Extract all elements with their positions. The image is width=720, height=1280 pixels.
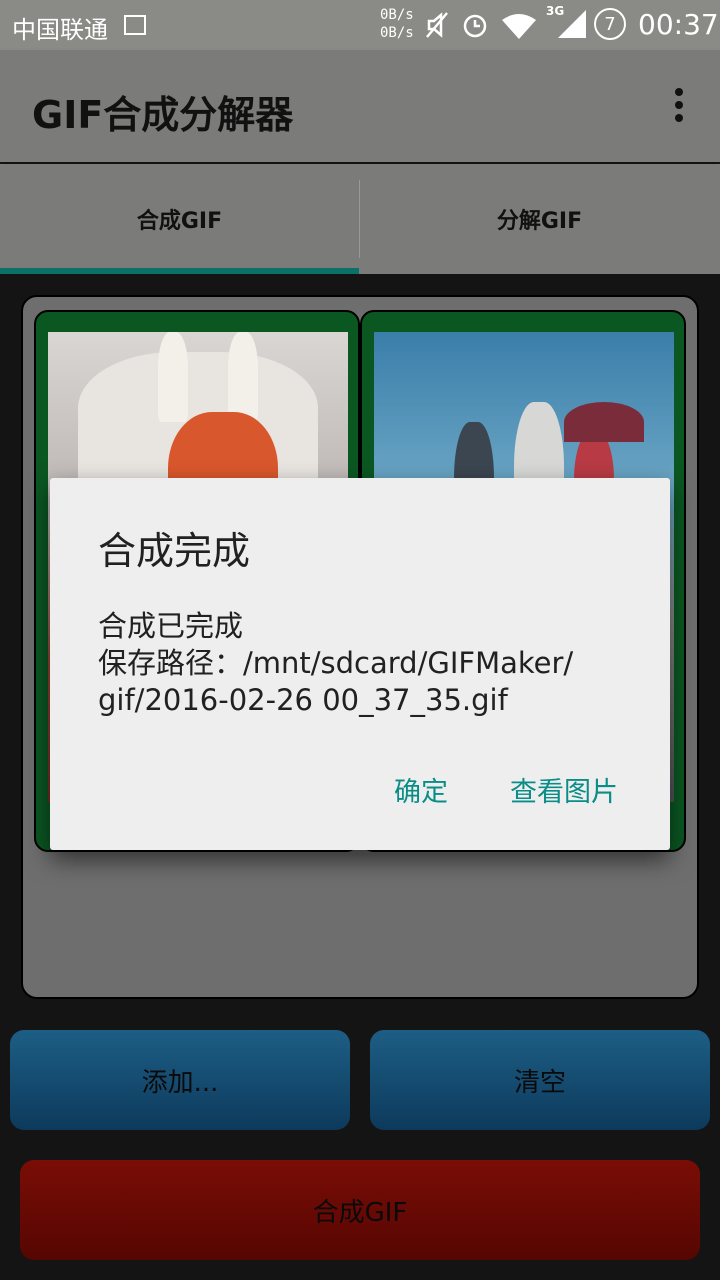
dialog-message: 合成已完成 保存路径：/mnt/sdcard/GIFMaker/ gif/201… <box>98 609 574 717</box>
confirm-button[interactable]: 确定 <box>394 770 448 809</box>
completion-dialog: 合成完成 合成已完成 保存路径：/mnt/sdcard/GIFMaker/ gi… <box>50 478 670 850</box>
dialog-title: 合成完成 <box>98 529 251 573</box>
view-image-button[interactable]: 查看图片 <box>510 770 618 809</box>
